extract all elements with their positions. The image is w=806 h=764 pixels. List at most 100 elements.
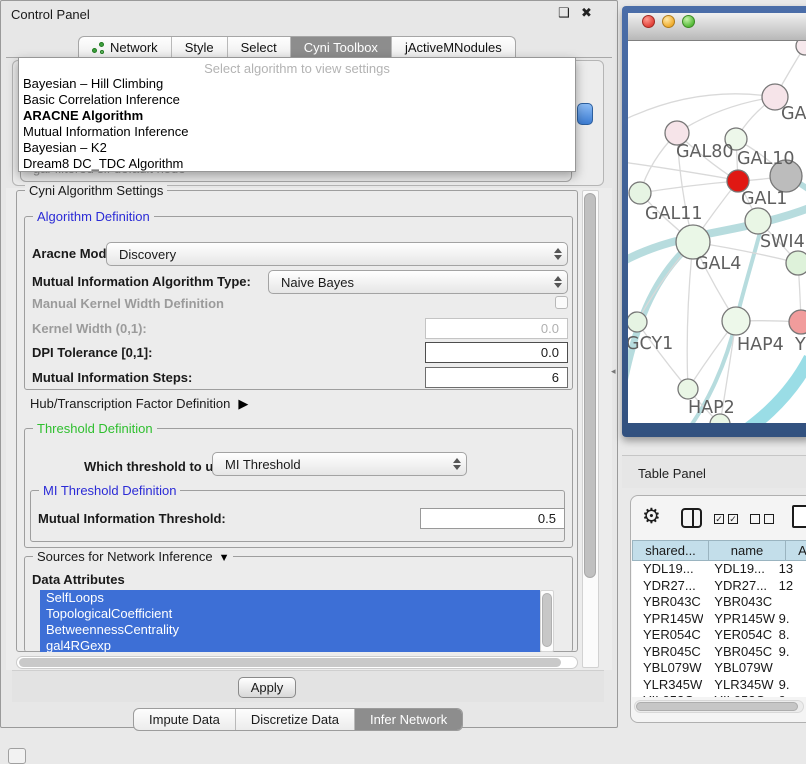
dpi-tolerance-field[interactable]: 0.0 (425, 342, 568, 363)
table-row[interactable]: YIL052CYIL052C9. (632, 693, 806, 697)
column-header[interactable]: A (786, 540, 806, 561)
manual-kernel-checkbox[interactable] (555, 296, 568, 309)
tab-cyni-toolbox[interactable]: Cyni Toolbox (291, 37, 392, 58)
node-label: GCY1 (628, 334, 673, 354)
network-edge[interactable] (687, 242, 693, 389)
select-all-checkbox-icon[interactable]: ✓ (728, 514, 738, 524)
apply-button[interactable]: Apply (238, 677, 296, 698)
gear-icon[interactable]: ⚙ (642, 506, 661, 527)
network-edge[interactable] (628, 162, 736, 180)
network-node[interactable] (789, 310, 806, 334)
select-all-checkbox-icon[interactable]: ✓ (714, 514, 724, 524)
column-header[interactable]: name (709, 540, 786, 561)
manual-kernel-label: Manual Kernel Width Definition (32, 296, 224, 311)
network-node[interactable] (786, 251, 806, 275)
table-row[interactable]: YLR345WYLR345W9. (632, 677, 806, 694)
hub-definition-toggle[interactable]: Hub/Transcription Factor Definition ▶ (30, 396, 248, 412)
node-label: Y (794, 335, 806, 355)
network-node[interactable] (796, 41, 806, 55)
algorithm-option[interactable]: ARACNE Algorithm (19, 108, 575, 124)
deselect-all-checkbox-icon[interactable] (750, 514, 760, 524)
tab-select[interactable]: Select (228, 37, 291, 58)
attribute-item[interactable]: gal4RGexp (40, 638, 540, 652)
aracne-mode-combo[interactable]: Discovery (106, 242, 568, 266)
network-window-titlebar[interactable] (628, 13, 806, 41)
algorithm-combo-button[interactable] (577, 103, 593, 125)
node-label: GAL11 (645, 204, 703, 224)
network-node[interactable] (722, 307, 750, 335)
splitter-arrow-icon[interactable]: ◂ (611, 366, 616, 377)
attribute-item[interactable]: TopologicalCoefficient (40, 606, 540, 622)
network-edge[interactable] (628, 94, 775, 118)
hub-definition-label: Hub/Transcription Factor Definition (30, 396, 230, 411)
control-panel-title: Control Panel (11, 7, 90, 22)
mi-steps-field[interactable]: 6 (425, 367, 568, 388)
algorithm-option[interactable]: Bayesian – K2 (19, 140, 575, 156)
table-cell: YLR345W (703, 677, 774, 694)
mi-threshold-group-title: MI Threshold Definition (39, 483, 180, 498)
attribute-item[interactable]: BetweennessCentrality (40, 622, 540, 638)
kernel-width-field[interactable]: 0.0 (425, 318, 568, 339)
network-edge[interactable] (677, 97, 775, 133)
table-cell: YER054C (632, 627, 703, 644)
split-columns-icon[interactable] (681, 508, 702, 528)
tab-network[interactable]: Network (79, 37, 172, 58)
tab-jactivemnodules[interactable]: jActiveMNodules (392, 37, 515, 58)
network-node[interactable] (678, 379, 698, 399)
table-body: YDL19...YDL19...13YDR27...YDR27...12YBR0… (632, 561, 806, 697)
network-node[interactable] (745, 208, 771, 234)
table-row[interactable]: YDR27...YDR27...12 (632, 578, 806, 595)
page-root: Control Panel ❑ ✖ NetworkStyleSelect Cyni… (0, 0, 806, 762)
settings-hscroll-thumb[interactable] (19, 658, 561, 667)
close-window-icon[interactable]: ✖ (581, 7, 592, 19)
table-row[interactable]: YER054CYER054C8. (632, 627, 806, 644)
tab-label: Cyni Toolbox (304, 40, 378, 55)
node-label: HAP4 (737, 335, 784, 355)
which-threshold-combo[interactable]: MI Threshold (212, 452, 467, 476)
close-traffic-light[interactable] (642, 15, 655, 28)
bottom-tab-infer-network[interactable]: Infer Network (355, 709, 462, 730)
minimize-traffic-light[interactable] (662, 15, 675, 28)
attributes-list-scroll-thumb[interactable] (542, 593, 552, 647)
algorithm-popup-prompt: Select algorithm to view settings (19, 58, 575, 76)
mi-type-combo[interactable]: Naive Bayes (268, 270, 568, 294)
deselect-all-checkbox-icon[interactable] (764, 514, 774, 524)
table-cell: 9. (775, 693, 806, 697)
algorithm-option[interactable]: Basic Correlation Inference (19, 92, 575, 108)
kernel-width-label: Kernel Width (0,1): (32, 321, 147, 336)
table-row[interactable]: YBR043CYBR043C (632, 594, 806, 611)
network-edge[interactable] (637, 322, 688, 389)
zoom-traffic-light[interactable] (682, 15, 695, 28)
table-row[interactable]: YDL19...YDL19...13 (632, 561, 806, 578)
dpi-tolerance-label: DPI Tolerance [0,1]: (32, 345, 152, 360)
sources-group-title[interactable]: Sources for Network Inference▼ (33, 549, 233, 564)
node-label: GAL4 (695, 254, 741, 274)
expand-arrow-icon: ▶ (238, 396, 248, 412)
algorithm-option[interactable]: Dream8 DC_TDC Algorithm (19, 156, 575, 172)
table-cell: YDR27... (632, 578, 703, 595)
network-edge[interactable] (640, 181, 738, 193)
column-header[interactable]: shared... (632, 540, 709, 561)
network-node[interactable] (629, 182, 651, 204)
table-cell: YBR045C (703, 644, 774, 661)
table-row[interactable]: YBL079WYBL079W (632, 660, 806, 677)
tab-style[interactable]: Style (172, 37, 228, 58)
bottom-tab-impute-data[interactable]: Impute Data (134, 709, 236, 730)
table-row[interactable]: YBR045CYBR045C9. (632, 644, 806, 661)
node-label: SWI4 (760, 232, 805, 252)
table-row[interactable]: YPR145WYPR145W9. (632, 611, 806, 628)
algorithm-option[interactable]: Mutual Information Inference (19, 124, 575, 140)
attribute-item[interactable]: SelfLoops (40, 590, 540, 606)
node-label: GAL (781, 104, 806, 124)
table-cell: YBR043C (632, 594, 703, 611)
table-cell: YBL079W (703, 660, 774, 677)
network-node[interactable] (628, 312, 647, 332)
network-canvas[interactable]: GALGAL80GAL10GAL1GAL11SWI4GAL4GCY1HAP4YH… (628, 41, 806, 423)
table-hscroll-thumb[interactable] (636, 702, 798, 711)
float-window-icon[interactable]: ❑ (558, 7, 570, 19)
algorithm-option[interactable]: Bayesian – Hill Climbing (19, 76, 575, 92)
document-icon[interactable] (792, 505, 806, 528)
bottom-tab-discretize-data[interactable]: Discretize Data (236, 709, 355, 730)
mi-threshold-field[interactable]: 0.5 (420, 508, 565, 529)
settings-vscroll-thumb[interactable] (584, 193, 596, 578)
